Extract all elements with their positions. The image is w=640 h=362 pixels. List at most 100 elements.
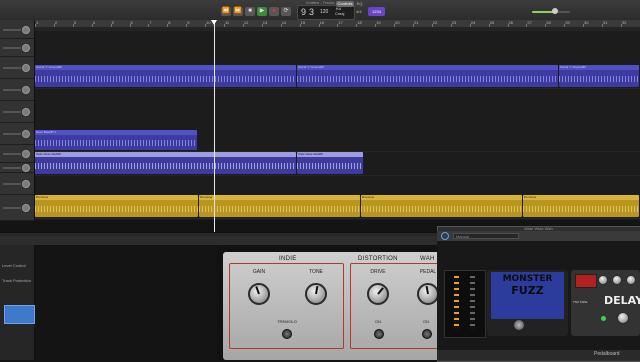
track-volume-slider[interactable] bbox=[3, 47, 21, 49]
track-pan-knob[interactable] bbox=[22, 180, 30, 188]
track-volume-slider[interactable] bbox=[3, 153, 21, 155]
distortion-on-label: ON bbox=[371, 319, 385, 324]
playhead-handle[interactable] bbox=[211, 20, 217, 25]
playhead[interactable] bbox=[214, 20, 215, 232]
ruler-bar-18: 18 bbox=[357, 20, 361, 26]
delay-time-knob[interactable] bbox=[598, 275, 608, 285]
ruler-bar-20: 20 bbox=[395, 20, 399, 26]
ruler-bar-23: 23 bbox=[452, 20, 456, 26]
stop-button[interactable]: ■ bbox=[245, 7, 255, 16]
region-header bbox=[35, 152, 296, 157]
tab-eq[interactable]: EQ bbox=[355, 1, 364, 7]
tone-knob[interactable] bbox=[305, 283, 327, 305]
region-waveform bbox=[297, 163, 363, 169]
track-pan-knob[interactable] bbox=[22, 130, 30, 138]
gain-knob[interactable] bbox=[248, 283, 270, 305]
lcd-display[interactable]: 9 3 120 Kd Cmaj bbox=[297, 5, 355, 20]
track-header[interactable] bbox=[0, 78, 34, 101]
fuzz-footswitch[interactable] bbox=[514, 320, 524, 330]
region-waveform bbox=[297, 76, 558, 82]
region[interactable]: Wide Wide Wah88 bbox=[35, 152, 296, 174]
ruler-bar-8: 8 bbox=[168, 20, 170, 26]
track-pan-knob[interactable] bbox=[22, 164, 30, 172]
stop-icon: ■ bbox=[248, 8, 252, 14]
region[interactable]: Wide Wide Wah88 bbox=[297, 152, 363, 174]
pedal-browser[interactable] bbox=[444, 270, 486, 338]
region[interactable]: Drummer bbox=[199, 195, 360, 217]
preset-menu[interactable]: Manual bbox=[453, 233, 519, 239]
power-icon[interactable] bbox=[441, 232, 449, 240]
track-volume-slider[interactable] bbox=[3, 111, 21, 113]
delay-feedback-knob[interactable] bbox=[612, 275, 622, 285]
section-distortion-label: DISTORTION bbox=[358, 256, 398, 262]
region-header bbox=[297, 65, 558, 70]
tracks-area[interactable]: SoCal 'n' Groove80SoCal 'n' Groove80SoCa… bbox=[35, 31, 640, 220]
region-waveform bbox=[35, 140, 197, 146]
track-header[interactable] bbox=[0, 56, 34, 79]
track-pan-knob[interactable] bbox=[22, 150, 30, 158]
track-header[interactable] bbox=[0, 20, 34, 39]
region[interactable]: SoCal 'n' Groove80 bbox=[297, 65, 558, 87]
track-volume-slider[interactable] bbox=[3, 183, 21, 185]
region-name: SoCal 'n' Groove80 bbox=[36, 65, 62, 70]
tremolo-switch[interactable] bbox=[282, 329, 292, 339]
record-button[interactable]: ● bbox=[269, 7, 279, 16]
signature-display[interactable]: 4/4 bbox=[356, 9, 362, 14]
track-header[interactable] bbox=[0, 172, 34, 195]
region[interactable]: SoCal 'n' Groove80 bbox=[35, 65, 296, 87]
ruler-bar-17: 17 bbox=[338, 20, 342, 26]
track-volume-slider[interactable] bbox=[3, 67, 21, 69]
region-header bbox=[199, 195, 360, 200]
region-waveform bbox=[35, 206, 198, 212]
region-name: Drummer bbox=[36, 195, 49, 200]
track-volume-slider[interactable] bbox=[3, 167, 21, 169]
track-header[interactable] bbox=[0, 194, 34, 221]
ruler-bar-22: 22 bbox=[433, 20, 437, 26]
ruler-bar-7: 7 bbox=[149, 20, 151, 26]
track-pan-knob[interactable] bbox=[22, 26, 30, 34]
inspector-selection bbox=[4, 305, 35, 324]
region[interactable]: SoCal 'n' Groove80 bbox=[559, 65, 639, 87]
track-header[interactable] bbox=[0, 122, 34, 145]
track-volume-slider[interactable] bbox=[3, 89, 21, 91]
distortion-on-switch[interactable] bbox=[374, 329, 384, 339]
region[interactable]: Drummer bbox=[361, 195, 522, 217]
ruler-bar-21: 21 bbox=[414, 20, 418, 26]
rewind-button[interactable]: ⏪ bbox=[221, 7, 231, 16]
ruler-bar-12: 12 bbox=[244, 20, 248, 26]
lcd-bar: 9 bbox=[301, 7, 306, 17]
drive-knob[interactable] bbox=[367, 283, 389, 305]
pedal-knob[interactable] bbox=[417, 283, 439, 305]
track-volume-slider[interactable] bbox=[3, 29, 21, 31]
fast-forward-button[interactable]: ⏩ bbox=[233, 7, 243, 16]
track-header[interactable] bbox=[0, 38, 34, 57]
track-header[interactable] bbox=[0, 100, 34, 123]
track-header[interactable] bbox=[0, 144, 34, 163]
track-pan-knob[interactable] bbox=[22, 86, 30, 94]
track-pan-knob[interactable] bbox=[22, 204, 30, 212]
region[interactable]: Dave Bass85 1 bbox=[35, 130, 197, 150]
lcd-tempo: 120 bbox=[320, 9, 328, 15]
region[interactable]: Drummer bbox=[35, 195, 198, 217]
play-button[interactable]: ▶ bbox=[257, 7, 267, 16]
region[interactable]: Drummer bbox=[523, 195, 639, 217]
delay-mix-knob[interactable] bbox=[626, 275, 636, 285]
track-pan-knob[interactable] bbox=[22, 44, 30, 52]
count-in-button[interactable]: 1234 bbox=[368, 7, 385, 16]
ruler-bar-30: 30 bbox=[584, 20, 588, 26]
delay-knob-bottom[interactable] bbox=[617, 312, 629, 324]
tab-controls[interactable]: Controls bbox=[336, 1, 354, 7]
cycle-button[interactable]: ⟳ bbox=[281, 7, 291, 16]
delay-display bbox=[575, 274, 597, 288]
track-volume-slider[interactable] bbox=[3, 207, 21, 209]
section-wah-label: WAH bbox=[420, 256, 435, 262]
gain-label: GAIN bbox=[249, 269, 269, 275]
track-volume-slider[interactable] bbox=[3, 133, 21, 135]
region-waveform bbox=[199, 206, 360, 212]
track-pan-knob[interactable] bbox=[22, 108, 30, 116]
track-pan-knob[interactable] bbox=[22, 64, 30, 72]
wah-on-switch[interactable] bbox=[422, 329, 432, 339]
inspector-track-protection[interactable]: Track Protection bbox=[2, 278, 31, 283]
inspector-level-control[interactable]: Level Control bbox=[2, 263, 26, 268]
master-volume-handle[interactable] bbox=[552, 8, 558, 14]
